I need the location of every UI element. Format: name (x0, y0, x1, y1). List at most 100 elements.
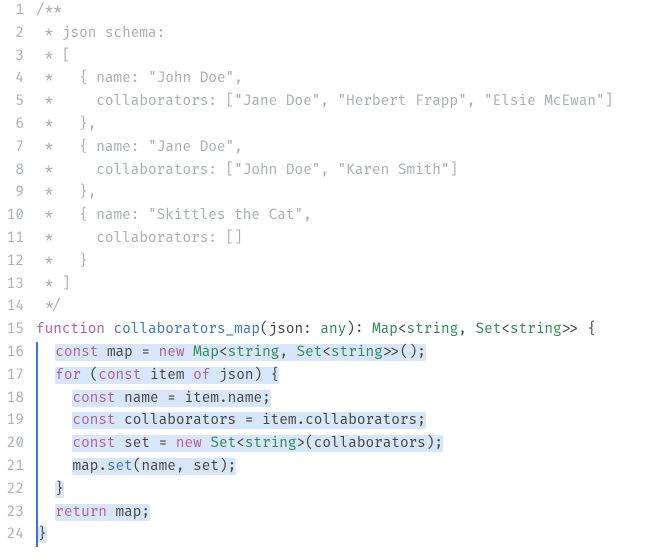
token-ident: item (262, 412, 296, 429)
line-number: 20 (0, 433, 24, 456)
code-line[interactable]: for (const item of json) { (36, 365, 650, 388)
code-line[interactable]: * { name: "Skittles the Cat", (36, 205, 650, 228)
comment-text: * ] (36, 276, 70, 293)
token-angle: > (297, 435, 306, 452)
code-line[interactable]: */ (36, 296, 650, 319)
code-line[interactable]: * collaborators: [] (36, 228, 650, 251)
token-punct: ; (262, 390, 271, 407)
suggestion-highlight: } (55, 481, 64, 498)
line-number: 2 (0, 23, 24, 46)
code-line[interactable]: } (36, 524, 650, 547)
line-number: 16 (0, 342, 24, 365)
token-punct: { (579, 321, 596, 338)
token-punct: ) { (253, 367, 279, 384)
code-line[interactable]: * }, (36, 182, 650, 205)
code-line[interactable]: return map; (36, 502, 650, 525)
code-line[interactable]: map.set(name, set); (36, 456, 650, 479)
line-number: 15 (0, 319, 24, 342)
token-method: set (107, 458, 133, 475)
token-ident: collaborators (124, 412, 236, 429)
token-type: Set (210, 435, 236, 452)
line-number: 13 (0, 274, 24, 297)
code-line[interactable]: const name = item.name; (36, 388, 650, 411)
token-kw: const (72, 412, 124, 429)
token-punct: : (303, 321, 320, 338)
code-line[interactable]: function collaborators_map(json: any): M… (36, 319, 650, 342)
comment-text: * collaborators: [] (36, 230, 243, 247)
code-line[interactable]: * }, (36, 114, 650, 137)
token-type: string (331, 344, 383, 361)
token-punct: ; (417, 412, 426, 429)
comment-text: * }, (36, 184, 96, 201)
code-line[interactable]: const collaborators = item.collaborators… (36, 410, 650, 433)
token-type: Set (475, 321, 501, 338)
line-number: 6 (0, 114, 24, 137)
token-ident: json (219, 367, 253, 384)
code-line[interactable]: * } (36, 251, 650, 274)
line-number: 19 (0, 410, 24, 433)
code-line[interactable]: * { name: "John Doe", (36, 68, 650, 91)
token-kw: const (72, 390, 124, 407)
token-ident: map (72, 458, 98, 475)
code-editor: 123456789101112131415161718192021222324 … (0, 0, 650, 560)
code-line[interactable]: * collaborators: ["John Doe", "Karen Smi… (36, 160, 650, 183)
suggestion-highlight: map.set(name, set); (72, 458, 236, 475)
token-punct: : (355, 321, 372, 338)
code-area[interactable]: /** * json schema: * [ * { name: "John D… (32, 0, 650, 560)
code-line[interactable]: * { name: "Jane Doe", (36, 137, 650, 160)
comment-text: * } (36, 253, 88, 270)
token-type: string (245, 435, 297, 452)
token-punct: = (133, 344, 159, 361)
code-line[interactable]: * ] (36, 274, 650, 297)
token-ident: set (124, 435, 150, 452)
token-punct: . (297, 412, 306, 429)
token-ident: item (185, 390, 219, 407)
token-type: any (320, 321, 346, 338)
token-kw: const (98, 367, 150, 384)
token-angle: < (322, 344, 331, 361)
token-ident: map (116, 504, 142, 521)
suggestion-highlight: const map = new Map<string, Set<string>>… (55, 344, 426, 361)
token-punct: = (236, 412, 262, 429)
suggestion-highlight: const set = new Set<string>(collaborator… (72, 435, 443, 452)
suggestion-highlight: const collaborators = item.collaborators… (72, 412, 425, 429)
line-number: 11 (0, 228, 24, 251)
token-punct: } (38, 526, 47, 543)
code-line[interactable]: * collaborators: ["Jane Doe", "Herbert F… (36, 91, 650, 114)
token-angle: < (398, 321, 407, 338)
line-number: 10 (0, 205, 24, 228)
line-number: 24 (0, 524, 24, 547)
line-number: 23 (0, 502, 24, 525)
token-punct: , (458, 321, 475, 338)
token-punct: = (150, 435, 176, 452)
token-punct: ) (346, 321, 355, 338)
code-line[interactable]: /** (36, 0, 650, 23)
suggestion-highlight: const name = item.name; (72, 390, 270, 407)
code-line[interactable]: * json schema: (36, 23, 650, 46)
code-line[interactable]: * [ (36, 46, 650, 69)
code-line[interactable]: const map = new Map<string, Set<string>>… (36, 342, 650, 365)
line-number: 21 (0, 456, 24, 479)
code-line[interactable]: const set = new Set<string>(collaborator… (36, 433, 650, 456)
token-fn: collaborators_map (114, 321, 260, 338)
comment-text: * { name: "John Doe", (36, 70, 243, 87)
comment-text: /** (36, 2, 62, 19)
token-kw: return (55, 504, 115, 521)
code-line[interactable]: } (36, 479, 650, 502)
token-punct: , (176, 458, 193, 475)
comment-text: * { name: "Skittles the Cat", (36, 207, 312, 224)
line-number: 17 (0, 365, 24, 388)
token-punct: ); (426, 435, 443, 452)
token-type: Set (297, 344, 323, 361)
token-punct: . (98, 458, 107, 475)
token-ident: item (150, 367, 184, 384)
token-type: Map (193, 344, 219, 361)
token-punct: ; (141, 504, 150, 521)
line-number: 4 (0, 68, 24, 91)
token-angle: >> (383, 344, 400, 361)
line-number: 14 (0, 296, 24, 319)
token-kw: new (159, 344, 193, 361)
token-punct: . (219, 390, 228, 407)
token-angle: < (219, 344, 228, 361)
token-type: Map (372, 321, 398, 338)
